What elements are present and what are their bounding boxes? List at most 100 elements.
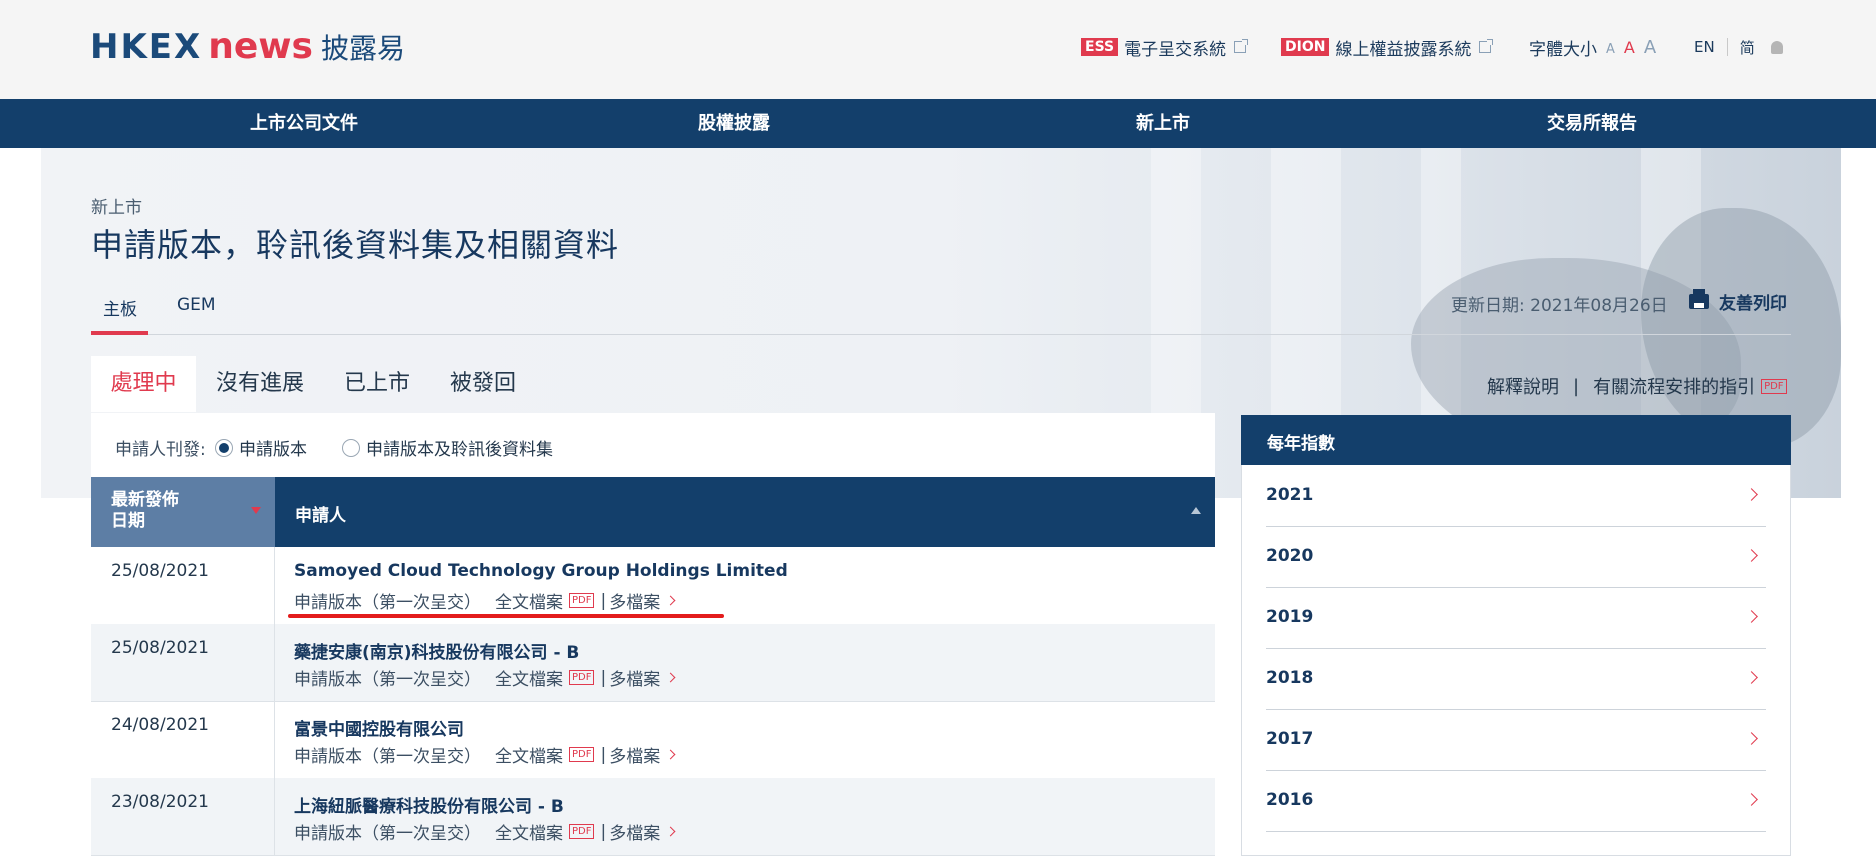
page-title: 申請版本，聆訊後資料集及相關資料 bbox=[91, 226, 620, 264]
font-size-small[interactable]: A bbox=[1606, 42, 1615, 57]
divider: | bbox=[600, 667, 607, 688]
doc-type: 申請版本（第一次呈交） bbox=[294, 824, 481, 844]
chevron-right-icon bbox=[1745, 488, 1758, 501]
process-guide-link[interactable]: 有關流程安排的指引 bbox=[1593, 373, 1755, 399]
full-text-link[interactable]: 全文檔案 bbox=[495, 819, 563, 844]
pdf-icon: PDF bbox=[569, 747, 595, 762]
dion-link[interactable]: DION 線上權益披露系統 bbox=[1281, 34, 1494, 60]
divider bbox=[274, 778, 275, 855]
sort-desc-icon bbox=[251, 507, 261, 514]
chevron-right-icon bbox=[665, 826, 676, 837]
lang-en-link[interactable]: EN bbox=[1694, 38, 1715, 56]
document-line: 申請版本（第一次呈交） 全文檔案 PDF | 多檔案 bbox=[294, 588, 676, 613]
year-item-2021[interactable]: 2021 bbox=[1266, 465, 1766, 527]
tab-processing[interactable]: 處理中 bbox=[91, 356, 196, 412]
table-row: 25/08/2021 藥捷安康(南京)科技股份有限公司 - B 申請版本（第一次… bbox=[91, 624, 1215, 702]
site-header: HKEX news 披露易 ESS 電子呈交系統 DION 線上權益披露系統 字… bbox=[0, 0, 1876, 99]
chevron-right-icon bbox=[1745, 671, 1758, 684]
logo-hkex: HKEX bbox=[90, 27, 203, 67]
full-text-link[interactable]: 全文檔案 bbox=[495, 588, 563, 613]
multi-files-link[interactable]: 多檔案 bbox=[609, 819, 660, 844]
chevron-right-icon bbox=[1745, 793, 1758, 806]
radio-application-and-phip[interactable]: 申請版本及聆訊後資料集 bbox=[342, 435, 553, 460]
document-line: 申請版本（第一次呈交） 全文檔案 PDF | 多檔案 bbox=[294, 742, 676, 767]
lang-simplified-link[interactable]: 简 bbox=[1740, 37, 1755, 58]
multi-files-link[interactable]: 多檔案 bbox=[609, 665, 660, 690]
pdf-icon: PDF bbox=[569, 593, 595, 608]
filter-label: 申請人刊發: bbox=[115, 440, 206, 460]
yearly-index-header: 每年指數 bbox=[1241, 415, 1791, 465]
font-size-large[interactable]: A bbox=[1644, 37, 1656, 58]
divider bbox=[274, 701, 275, 778]
nav-exchange-reports[interactable]: 交易所報告 bbox=[1547, 99, 1637, 148]
year-label: 2017 bbox=[1266, 729, 1314, 749]
logo-zh: 披露易 bbox=[320, 32, 405, 65]
divider bbox=[1726, 38, 1728, 56]
chevron-right-icon bbox=[1745, 549, 1758, 562]
yearly-index-title: 每年指數 bbox=[1267, 434, 1335, 454]
radio-unselected-icon bbox=[342, 438, 360, 457]
external-link-icon bbox=[1479, 39, 1494, 53]
doc-type: 申請版本（第一次呈交） bbox=[294, 747, 481, 767]
radio-label: 申請版本及聆訊後資料集 bbox=[366, 440, 553, 460]
chevron-right-icon bbox=[1745, 610, 1758, 623]
ess-tag: ESS bbox=[1081, 38, 1119, 56]
tab-returned[interactable]: 被發回 bbox=[440, 356, 526, 412]
radio-application-proof[interactable]: 申請版本 bbox=[215, 435, 307, 460]
row-date: 23/08/2021 bbox=[111, 792, 209, 812]
multi-files-link[interactable]: 多檔案 bbox=[609, 742, 660, 767]
nav-listed-company-docs[interactable]: 上市公司文件 bbox=[250, 99, 358, 148]
multi-files-link[interactable]: 多檔案 bbox=[609, 588, 660, 613]
tab-inactive[interactable]: 沒有進展 bbox=[206, 356, 314, 412]
full-text-link[interactable]: 全文檔案 bbox=[495, 742, 563, 767]
ess-label: 電子呈交系統 bbox=[1124, 39, 1227, 60]
year-item-2020[interactable]: 2020 bbox=[1266, 526, 1766, 588]
font-size-medium[interactable]: A bbox=[1624, 38, 1635, 57]
divider: | bbox=[600, 821, 607, 842]
year-item-2018[interactable]: 2018 bbox=[1266, 648, 1766, 710]
tab-main-board[interactable]: 主板 bbox=[103, 295, 137, 320]
column-header-applicant-label: 申請人 bbox=[295, 506, 346, 526]
main-nav: 上市公司文件 股權披露 新上市 交易所報告 bbox=[0, 99, 1876, 148]
chevron-right-icon bbox=[1745, 732, 1758, 745]
printer-icon bbox=[1689, 289, 1709, 309]
pdf-icon: PDF bbox=[569, 670, 595, 685]
radio-label: 申請版本 bbox=[239, 440, 307, 460]
year-label: 2021 bbox=[1266, 485, 1314, 505]
year-label: 2019 bbox=[1266, 607, 1314, 627]
year-label: 2020 bbox=[1266, 546, 1314, 566]
divider: | bbox=[1573, 375, 1580, 397]
pdf-icon: PDF bbox=[569, 824, 595, 839]
board-tabs-divider bbox=[91, 334, 1791, 335]
year-item-2019[interactable]: 2019 bbox=[1266, 587, 1766, 649]
doc-type: 申請版本（第一次呈交） bbox=[294, 670, 481, 690]
column-header-date-label: 最新發佈 日期 bbox=[111, 490, 179, 531]
print-label: 友善列印 bbox=[1719, 294, 1787, 314]
lang-switch: EN 简 bbox=[1694, 34, 1783, 60]
full-text-link[interactable]: 全文檔案 bbox=[495, 665, 563, 690]
column-header-date[interactable]: 最新發佈 日期 bbox=[91, 477, 275, 547]
nav-disclosure-of-interests[interactable]: 股權披露 bbox=[698, 99, 770, 148]
year-label: 2016 bbox=[1266, 790, 1314, 810]
bell-icon[interactable] bbox=[1770, 40, 1783, 54]
hkexnews-logo[interactable]: HKEX news 披露易 bbox=[90, 26, 405, 70]
column-header-applicant[interactable]: 申請人 bbox=[275, 477, 1215, 547]
nav-new-listings[interactable]: 新上市 bbox=[1136, 99, 1190, 148]
print-button[interactable]: 友善列印 bbox=[1689, 289, 1787, 314]
applicant-name: 藥捷安康(南京)科技股份有限公司 - B bbox=[294, 643, 580, 663]
dion-tag: DION bbox=[1281, 38, 1330, 56]
updated-date: 更新日期: 2021年08月26日 bbox=[1451, 296, 1668, 316]
breadcrumb[interactable]: 新上市 bbox=[91, 193, 142, 218]
radio-selected-icon bbox=[215, 438, 233, 457]
tab-gem[interactable]: GEM bbox=[177, 295, 216, 315]
ess-link[interactable]: ESS 電子呈交系統 bbox=[1081, 34, 1249, 60]
tab-listed[interactable]: 已上市 bbox=[334, 356, 420, 412]
active-tab-indicator bbox=[91, 331, 148, 335]
explain-link[interactable]: 解釋說明 bbox=[1487, 373, 1559, 399]
year-item-2016[interactable]: 2016 bbox=[1266, 770, 1766, 832]
chevron-right-icon bbox=[665, 595, 676, 606]
year-item-2017[interactable]: 2017 bbox=[1266, 709, 1766, 771]
applicant-name: Samoyed Cloud Technology Group Holdings … bbox=[294, 561, 788, 581]
doc-type: 申請版本（第一次呈交） bbox=[294, 593, 481, 613]
divider bbox=[274, 547, 275, 624]
